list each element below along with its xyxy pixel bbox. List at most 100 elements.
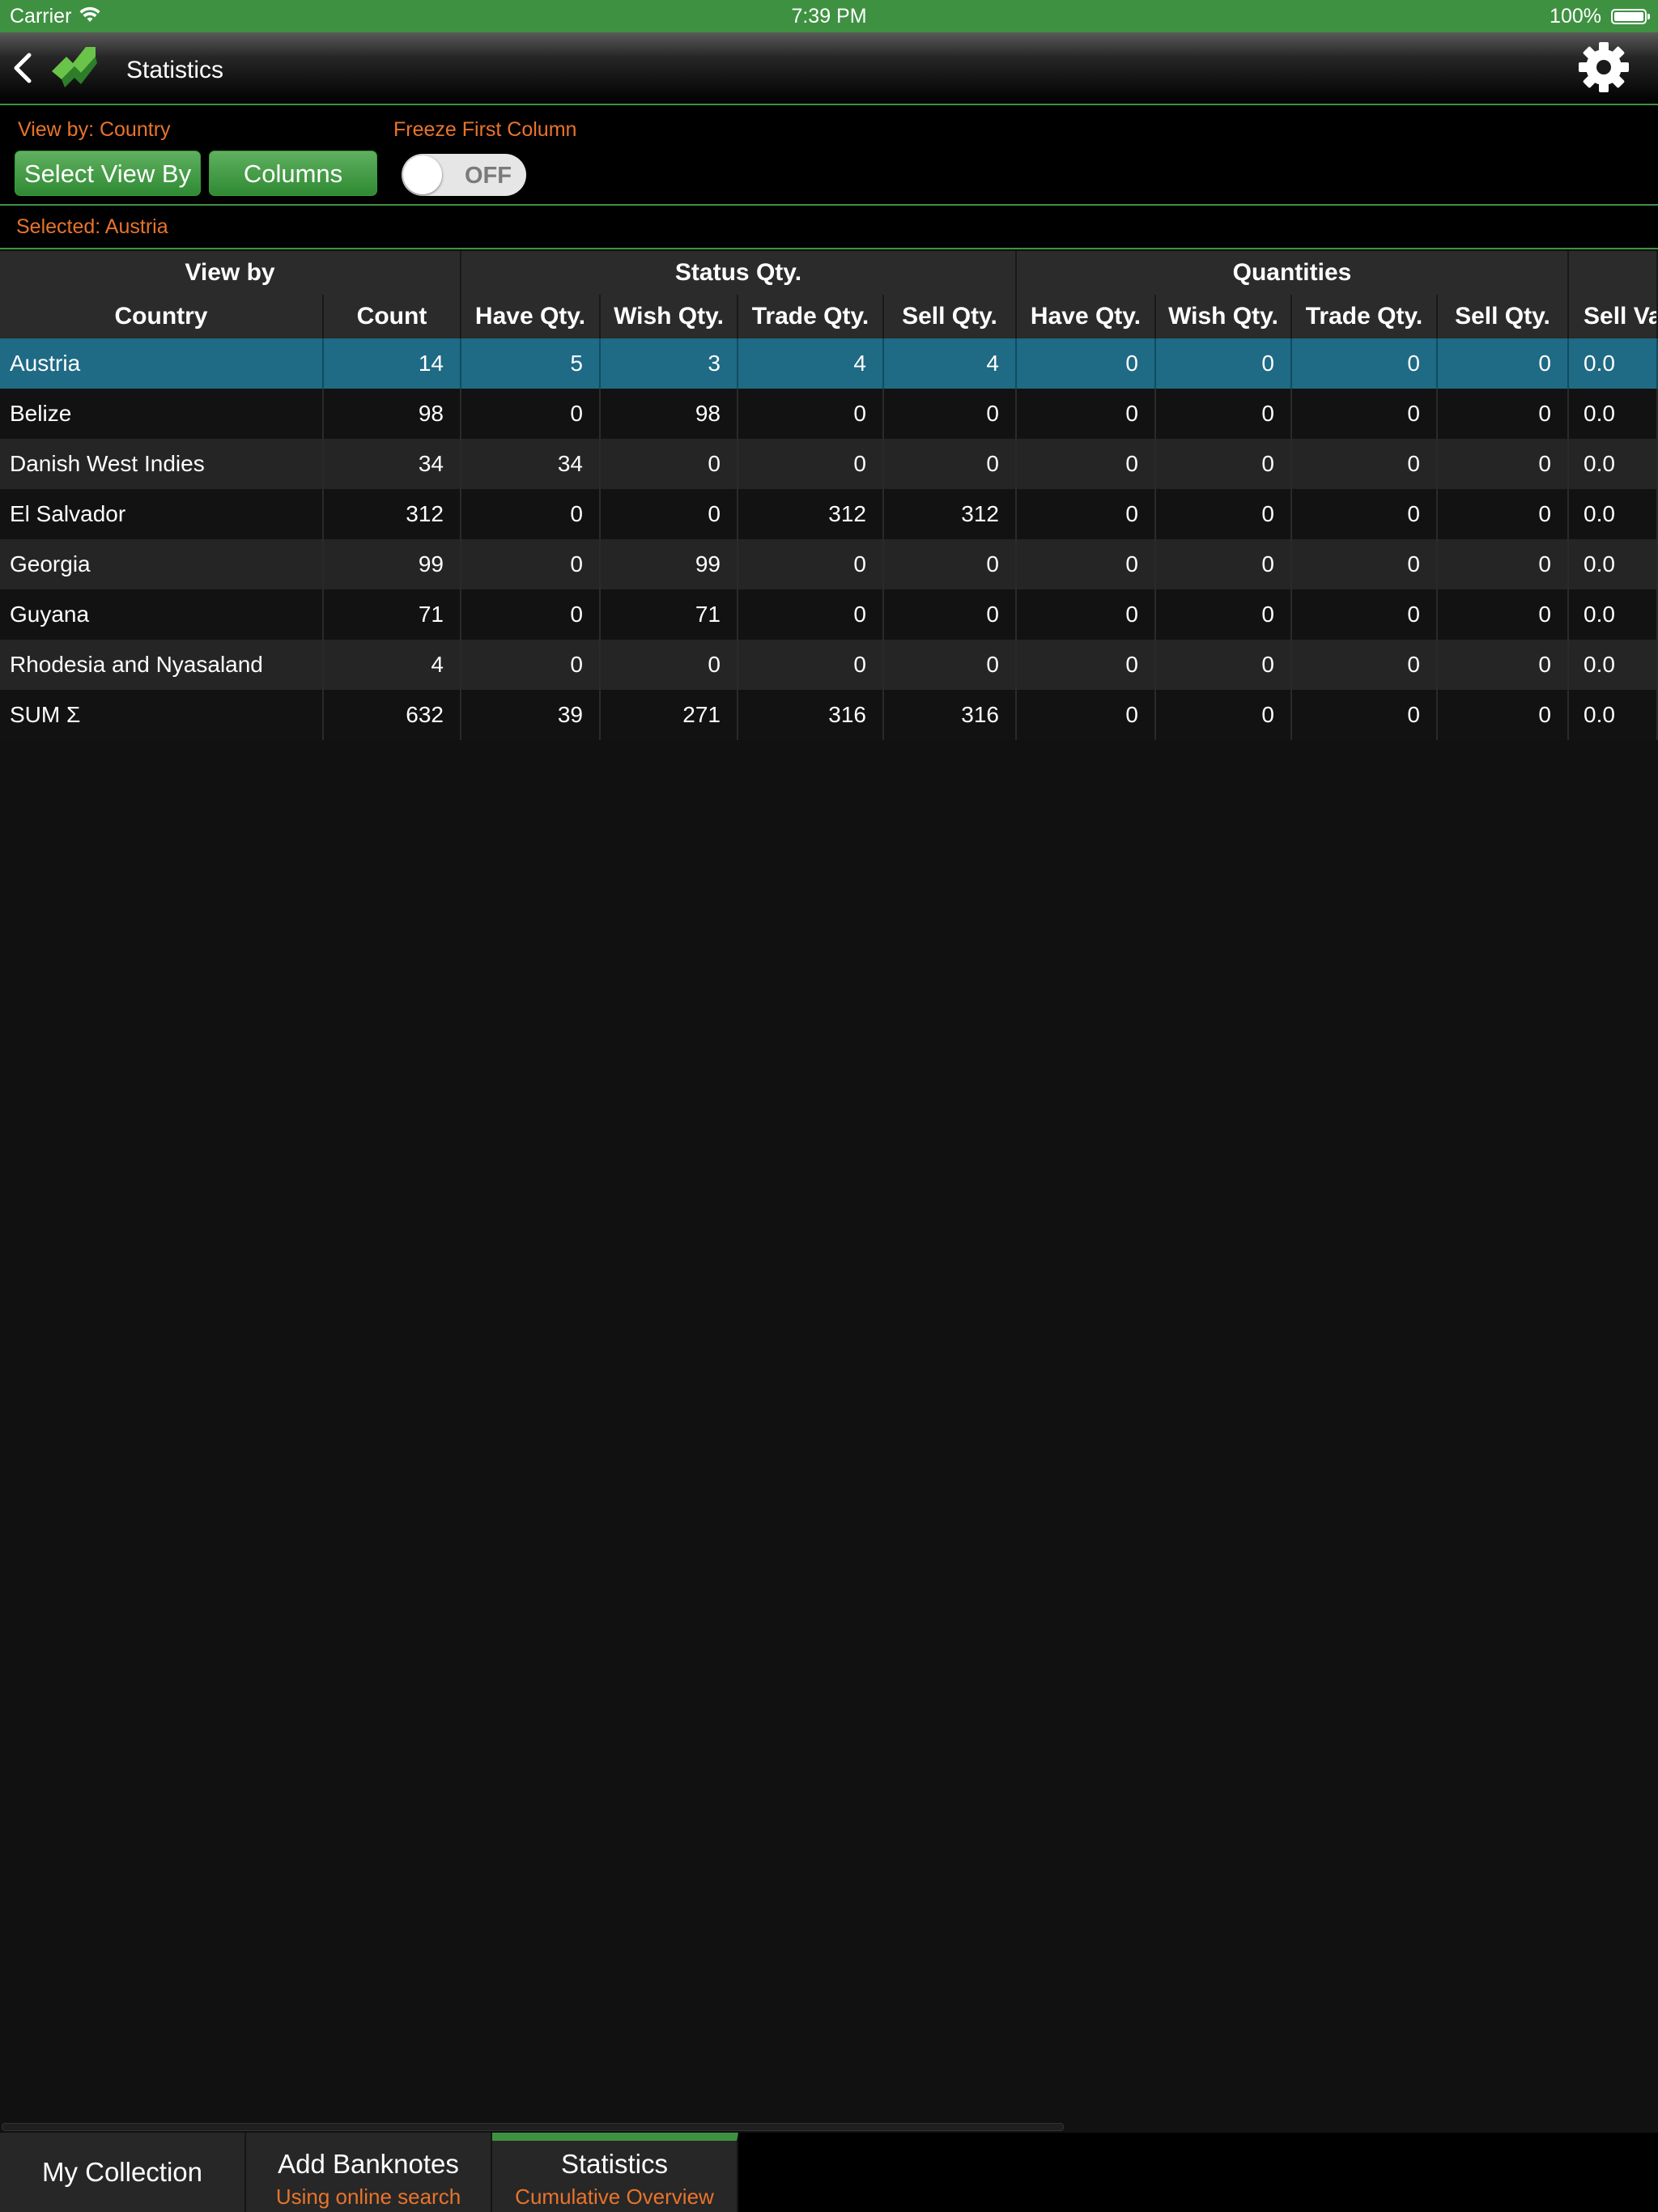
cell-have-qty-2: 0 — [1017, 338, 1156, 389]
cell-wish-qty-2: 0 — [1156, 489, 1292, 539]
cell-count: 312 — [324, 489, 461, 539]
cell-have-qty-2: 0 — [1017, 389, 1156, 439]
cell-count: 71 — [324, 589, 461, 640]
cell-have-qty: 5 — [461, 338, 601, 389]
column-header-country[interactable]: Country — [0, 295, 324, 338]
horizontal-scrollbar[interactable] — [2, 2123, 1064, 2131]
column-header-trade-qty[interactable]: Trade Qty. — [738, 295, 884, 338]
column-header-wish-qty-2[interactable]: Wish Qty. — [1156, 295, 1292, 338]
cell-sell-value: 0.0 — [1569, 539, 1658, 589]
column-header-sell-qty-2[interactable]: Sell Qty. — [1438, 295, 1569, 338]
cell-sell-qty-2: 0 — [1438, 338, 1569, 389]
freeze-first-column-toggle[interactable]: OFF — [402, 154, 526, 196]
cell-count: 99 — [324, 539, 461, 589]
cell-country: Rhodesia and Nyasaland — [0, 640, 324, 690]
cell-sell-qty-2: 0 — [1438, 589, 1569, 640]
cell-sell-value: 0.0 — [1569, 690, 1658, 740]
table-row[interactable]: SUM Σ 632 39 271 316 316 0 0 0 0 0.0 — [0, 690, 1658, 740]
table-row[interactable]: Rhodesia and Nyasaland 4 0 0 0 0 0 0 0 0 0.0 — [0, 640, 1658, 690]
cell-sell-value: 0.0 — [1569, 640, 1658, 690]
cell-have-qty: 0 — [461, 589, 601, 640]
cell-have-qty: 34 — [461, 439, 601, 489]
tab-add-banknotes[interactable]: Add Banknotes Using online search — [246, 2133, 492, 2212]
cell-wish-qty: 0 — [601, 489, 738, 539]
column-header-row: Country Count Have Qty. Wish Qty. Trade … — [0, 295, 1658, 338]
table-row[interactable]: Austria 14 5 3 4 4 0 0 0 0 0.0 — [0, 338, 1658, 389]
app-logo-icon — [45, 39, 104, 101]
column-header-have-qty-2[interactable]: Have Qty. — [1017, 295, 1156, 338]
cell-country: Austria — [0, 338, 324, 389]
cell-have-qty-2: 0 — [1017, 589, 1156, 640]
cell-trade-qty: 0 — [738, 640, 884, 690]
cell-sell-qty: 0 — [884, 439, 1017, 489]
clock: 7:39 PM — [791, 5, 867, 28]
cell-wish-qty: 0 — [601, 640, 738, 690]
cell-sell-qty: 0 — [884, 389, 1017, 439]
navigation-bar: Statistics — [0, 32, 1658, 105]
column-header-trade-qty-2[interactable]: Trade Qty. — [1292, 295, 1438, 338]
tab-subtitle: Using online search — [275, 2184, 461, 2209]
cell-trade-qty-2: 0 — [1292, 589, 1438, 640]
cell-wish-qty-2: 0 — [1156, 640, 1292, 690]
cell-wish-qty-2: 0 — [1156, 539, 1292, 589]
select-view-by-button[interactable]: Select View By — [15, 151, 201, 196]
table-row[interactable]: Georgia 99 0 99 0 0 0 0 0 0 0.0 — [0, 539, 1658, 589]
tab-title: Add Banknotes — [278, 2149, 459, 2179]
tab-bar: My Collection Add Banknotes Using online… — [0, 2133, 1658, 2212]
cell-wish-qty: 98 — [601, 389, 738, 439]
cell-count: 632 — [324, 690, 461, 740]
cell-trade-qty-2: 0 — [1292, 539, 1438, 589]
tab-subtitle: Cumulative Overview — [515, 2184, 714, 2209]
cell-count: 34 — [324, 439, 461, 489]
cell-sell-qty-2: 0 — [1438, 389, 1569, 439]
cell-sell-value: 0.0 — [1569, 489, 1658, 539]
cell-wish-qty: 271 — [601, 690, 738, 740]
page-title: Statistics — [126, 57, 224, 83]
cell-trade-qty: 4 — [738, 338, 884, 389]
toggle-knob — [403, 155, 442, 194]
cell-wish-qty: 0 — [601, 439, 738, 489]
tab-my-collection[interactable]: My Collection — [0, 2133, 246, 2212]
cell-sell-qty-2: 0 — [1438, 489, 1569, 539]
cell-have-qty: 39 — [461, 690, 601, 740]
column-header-sell-value[interactable]: Sell Va — [1569, 295, 1658, 338]
cell-trade-qty-2: 0 — [1292, 338, 1438, 389]
cell-country: Georgia — [0, 539, 324, 589]
battery-icon — [1611, 9, 1650, 24]
cell-have-qty: 0 — [461, 640, 601, 690]
cell-sell-qty-2: 0 — [1438, 640, 1569, 690]
group-header-view-by: View by — [0, 251, 461, 295]
column-header-wish-qty[interactable]: Wish Qty. — [601, 295, 738, 338]
battery-percentage: 100% — [1550, 5, 1601, 28]
cell-wish-qty-2: 0 — [1156, 338, 1292, 389]
table-row[interactable]: Belize 98 0 98 0 0 0 0 0 0 0.0 — [0, 389, 1658, 439]
cell-have-qty: 0 — [461, 389, 601, 439]
cell-country: Danish West Indies — [0, 439, 324, 489]
cell-sell-value: 0.0 — [1569, 338, 1658, 389]
column-header-count[interactable]: Count — [324, 295, 461, 338]
cell-sell-qty: 0 — [884, 589, 1017, 640]
cell-sell-value: 0.0 — [1569, 589, 1658, 640]
cell-trade-qty-2: 0 — [1292, 690, 1438, 740]
cell-trade-qty-2: 0 — [1292, 389, 1438, 439]
cell-sell-qty-2: 0 — [1438, 690, 1569, 740]
cell-sell-qty: 0 — [884, 640, 1017, 690]
group-header-status-qty: Status Qty. — [461, 251, 1017, 295]
cell-wish-qty: 71 — [601, 589, 738, 640]
gear-icon[interactable] — [1577, 40, 1630, 98]
table-row[interactable]: El Salvador 312 0 0 312 312 0 0 0 0 0.0 — [0, 489, 1658, 539]
columns-button[interactable]: Columns — [209, 151, 377, 196]
column-header-have-qty[interactable]: Have Qty. — [461, 295, 601, 338]
tab-statistics[interactable]: Statistics Cumulative Overview — [492, 2133, 738, 2212]
cell-count: 4 — [324, 640, 461, 690]
tab-title: My Collection — [41, 2157, 203, 2187]
column-header-sell-qty[interactable]: Sell Qty. — [884, 295, 1017, 338]
chevron-left-icon[interactable] — [11, 52, 34, 88]
cell-country: Belize — [0, 389, 324, 439]
cell-trade-qty-2: 0 — [1292, 489, 1438, 539]
cell-country: El Salvador — [0, 489, 324, 539]
cell-trade-qty-2: 0 — [1292, 439, 1438, 489]
table-row[interactable]: Danish West Indies 34 34 0 0 0 0 0 0 0 0.0 — [0, 439, 1658, 489]
table-row[interactable]: Guyana 71 0 71 0 0 0 0 0 0 0.0 — [0, 589, 1658, 640]
cell-trade-qty: 316 — [738, 690, 884, 740]
